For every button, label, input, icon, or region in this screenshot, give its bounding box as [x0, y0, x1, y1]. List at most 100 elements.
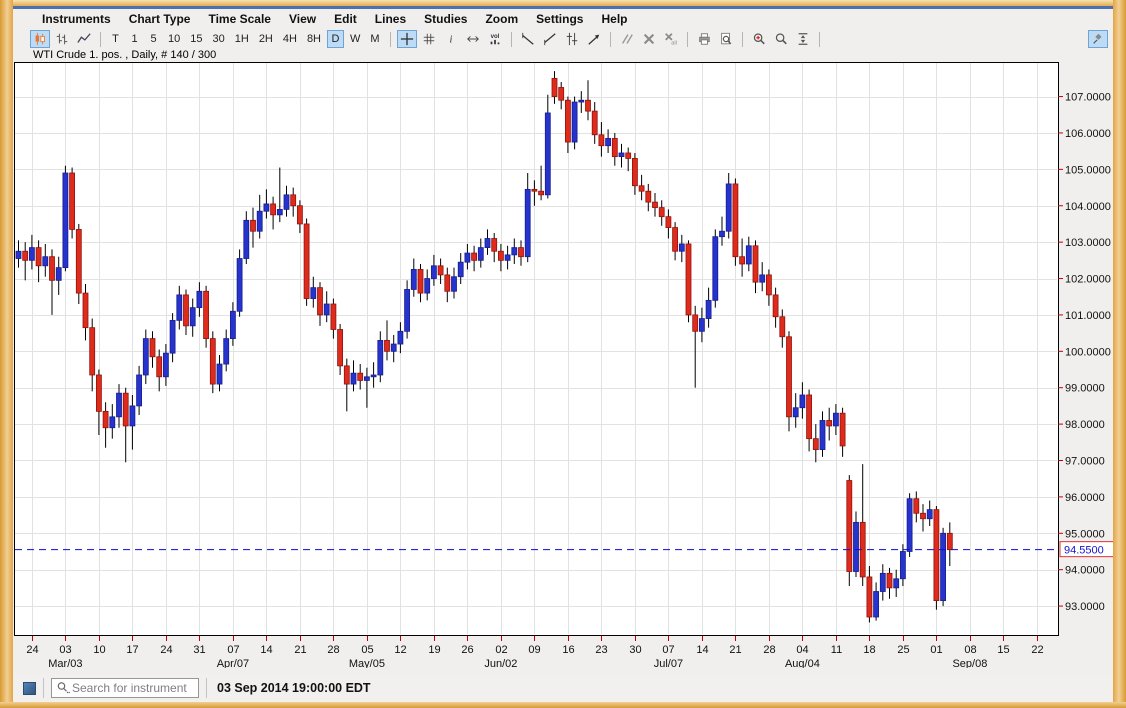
timeframe-10m-button[interactable]: 10 [164, 30, 184, 48]
svg-text:18: 18 [863, 644, 875, 656]
timeframe-1m-button[interactable]: 1 [126, 30, 143, 48]
line-chart-button[interactable] [74, 30, 94, 48]
timeframe-monthly-button[interactable]: M [366, 30, 383, 48]
menu-zoom[interactable]: Zoom [476, 12, 527, 26]
svg-text:30: 30 [629, 644, 641, 656]
candle [760, 275, 765, 282]
trendline-down-button[interactable] [518, 30, 538, 48]
candle [780, 317, 785, 337]
candle [378, 340, 383, 375]
timeframe-1h-button[interactable]: 1H [231, 30, 253, 48]
menu-edit[interactable]: Edit [325, 12, 366, 26]
trendline-up-button[interactable] [540, 30, 560, 48]
candle [793, 408, 798, 417]
svg-text:25: 25 [897, 644, 909, 656]
print-button[interactable] [694, 30, 714, 48]
crosshair-button[interactable] [397, 30, 417, 48]
menu-time-scale[interactable]: Time Scale [199, 12, 279, 26]
timeframe-daily-button[interactable]: D [327, 30, 344, 48]
print-preview-button[interactable] [716, 30, 736, 48]
delete-drawing-button[interactable] [639, 30, 659, 48]
candle [586, 100, 591, 111]
menu-settings[interactable]: Settings [527, 12, 592, 26]
menu-instruments[interactable]: Instruments [33, 12, 120, 26]
fit-vertical-button[interactable] [793, 30, 813, 48]
menu-help[interactable]: Help [592, 12, 636, 26]
candle [304, 224, 309, 299]
window-frame-bottom [0, 702, 1126, 708]
menu-lines[interactable]: Lines [366, 12, 415, 26]
info-button[interactable]: i [441, 30, 461, 48]
candle [405, 289, 410, 331]
svg-text:95.0000: 95.0000 [1065, 528, 1105, 540]
price-axis[interactable]: 107.0000106.0000105.0000104.0000103.0000… [1058, 92, 1111, 613]
zoom-in-button[interactable] [749, 30, 769, 48]
timeframe-tick-button[interactable]: T [107, 30, 124, 48]
svg-text:94.0000: 94.0000 [1065, 565, 1105, 577]
ray-line-button[interactable] [584, 30, 604, 48]
date-axis[interactable]: 2403101724310714212805121926020916233007… [26, 636, 1043, 668]
ohlc-bars-button[interactable] [52, 30, 72, 48]
pin-chart-button[interactable] [1088, 30, 1108, 48]
svg-text:10: 10 [93, 644, 105, 656]
candle [592, 111, 597, 135]
svg-text:24: 24 [26, 644, 38, 656]
svg-text:26: 26 [461, 644, 473, 656]
toolbar-separator [687, 32, 688, 47]
instrument-square-icon[interactable] [23, 682, 36, 695]
candlestick-chart-button[interactable] [30, 30, 50, 48]
svg-text:14: 14 [260, 644, 272, 656]
candle [800, 395, 805, 408]
candle [438, 266, 443, 275]
menu-view[interactable]: View [280, 12, 325, 26]
candle [887, 573, 892, 588]
timeframe-5m-button[interactable]: 5 [145, 30, 162, 48]
candle [445, 275, 450, 291]
delete-all-drawings-button[interactable]: all [661, 30, 681, 48]
candle [787, 337, 792, 417]
svg-text:96.0000: 96.0000 [1065, 492, 1105, 504]
menu-chart-type[interactable]: Chart Type [120, 12, 200, 26]
candle [827, 420, 832, 425]
candle [264, 204, 269, 211]
menu-studies[interactable]: Studies [415, 12, 476, 26]
timeframe-30m-button[interactable]: 30 [209, 30, 229, 48]
candle [197, 291, 202, 307]
candle [277, 209, 282, 214]
timeframe-4h-button[interactable]: 4H [279, 30, 301, 48]
svg-text:97.0000: 97.0000 [1065, 455, 1105, 467]
timeframe-2h-button[interactable]: 2H [255, 30, 277, 48]
expand-horizontal-button[interactable] [463, 30, 483, 48]
search-input[interactable] [70, 680, 190, 696]
candle [251, 220, 256, 231]
candle [740, 257, 745, 264]
candle [867, 577, 872, 617]
timeframe-8h-button[interactable]: 8H [303, 30, 325, 48]
candle [820, 420, 825, 449]
timeframe-weekly-button[interactable]: W [346, 30, 364, 48]
candle [123, 393, 128, 426]
grid-button[interactable] [419, 30, 439, 48]
svg-text:93.0000: 93.0000 [1065, 601, 1105, 613]
candle [184, 295, 189, 326]
channel-lines-button[interactable] [562, 30, 582, 48]
chart-area[interactable]: 107.0000106.0000105.0000104.0000103.0000… [14, 62, 1113, 668]
candle [927, 510, 932, 519]
parallel-lines-button[interactable] [617, 30, 637, 48]
candle [271, 204, 276, 215]
search-box[interactable] [51, 678, 199, 698]
candle [190, 308, 195, 326]
timeframe-15m-button[interactable]: 15 [186, 30, 206, 48]
candle [606, 138, 611, 145]
candle [425, 279, 430, 294]
search-icon [56, 681, 70, 695]
volume-button[interactable]: vol [485, 30, 505, 48]
zoom-out-button[interactable] [771, 30, 791, 48]
chart-svg[interactable]: 107.0000106.0000105.0000104.0000103.0000… [14, 62, 1113, 668]
candle [941, 533, 946, 600]
candle [90, 328, 95, 375]
candle [619, 153, 624, 157]
candle [753, 246, 758, 282]
candle [297, 206, 302, 224]
candle [699, 319, 704, 332]
